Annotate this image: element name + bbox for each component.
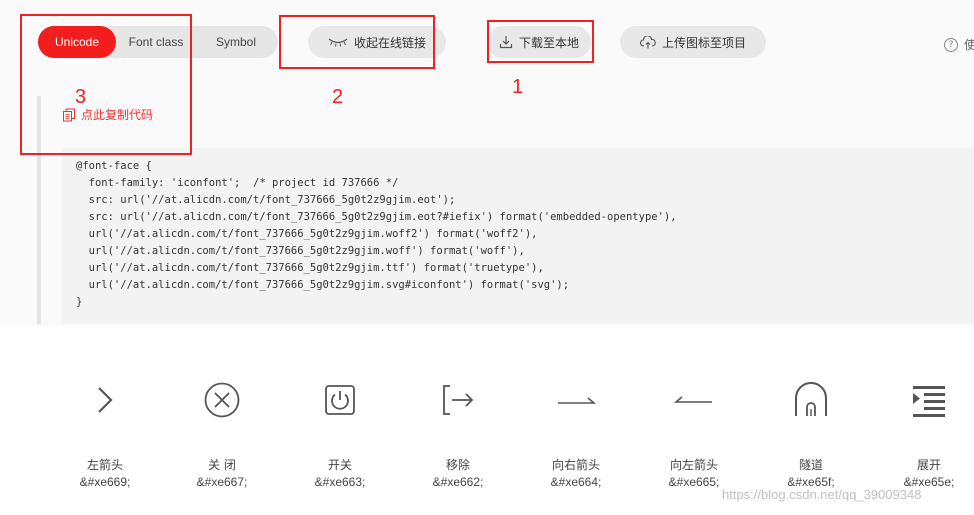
icon-code: &#xe664; (550, 475, 602, 489)
power-icon (325, 385, 355, 415)
icon-code: &#xe667; (196, 475, 248, 489)
icon-name: 移除 (445, 458, 470, 472)
help-icon: ? (944, 37, 958, 52)
icon-name: 开关 (327, 458, 352, 472)
annotation-number-1: 1 (512, 76, 524, 98)
arrow-right-line-icon (558, 397, 596, 404)
code-text: @font-face { font-family: 'iconfont'; /*… (76, 160, 677, 308)
annotation-number-3: 3 (75, 86, 87, 108)
icon-code: &#xe669; (79, 475, 131, 489)
icon-card[interactable]: 开关 &#xe663; (281, 380, 399, 489)
icon-card[interactable]: 向右箭头 &#xe664; (517, 380, 635, 489)
arrow-left-line-icon (674, 396, 712, 403)
tab-symbol[interactable]: Symbol (196, 26, 276, 58)
chevron-right-icon (98, 387, 113, 413)
close-circle-icon (204, 382, 240, 418)
icon-name: 左箭头 (86, 458, 123, 472)
annotation-number-2: 2 (332, 86, 344, 108)
icon-card[interactable]: 关 闭 &#xe667; (163, 380, 281, 489)
code-block: @font-face { font-family: 'iconfont'; /*… (62, 148, 974, 324)
icon-name: 隧道 (798, 458, 823, 472)
icon-card[interactable]: 移除 &#xe662; (399, 380, 517, 489)
indent-icon (913, 386, 945, 417)
upload-label: 上传图标至项目 (661, 35, 746, 50)
icon-code: &#xe663; (314, 475, 366, 489)
cloud-upload-icon (640, 35, 656, 48)
icon-card[interactable]: 向左箭头 &#xe665; (635, 380, 753, 489)
watermark: https://blog.csdn.net/qq_39009348 (722, 487, 922, 502)
annotation-box-2 (279, 15, 435, 69)
icon-name: 关 闭 (208, 458, 236, 472)
icon-card[interactable]: 隧道 &#xe65f; (752, 380, 870, 489)
annotation-box-3 (20, 14, 192, 155)
help-label: 使 (964, 38, 974, 52)
upload-button[interactable]: 上传图标至项目 (620, 26, 766, 58)
tunnel-icon (795, 382, 827, 416)
icon-code: &#xe662; (432, 475, 484, 489)
logout-icon (443, 385, 474, 415)
icon-name: 展开 (916, 458, 941, 472)
icon-card[interactable]: 展开 &#xe65e; (870, 380, 974, 489)
icon-name: 向左箭头 (669, 458, 718, 472)
annotation-box-1 (487, 20, 594, 63)
icon-card[interactable]: 左箭头 &#xe669; (46, 380, 164, 489)
icon-name: 向右箭头 (551, 458, 600, 472)
help-link[interactable]: ? 使 (944, 36, 974, 53)
